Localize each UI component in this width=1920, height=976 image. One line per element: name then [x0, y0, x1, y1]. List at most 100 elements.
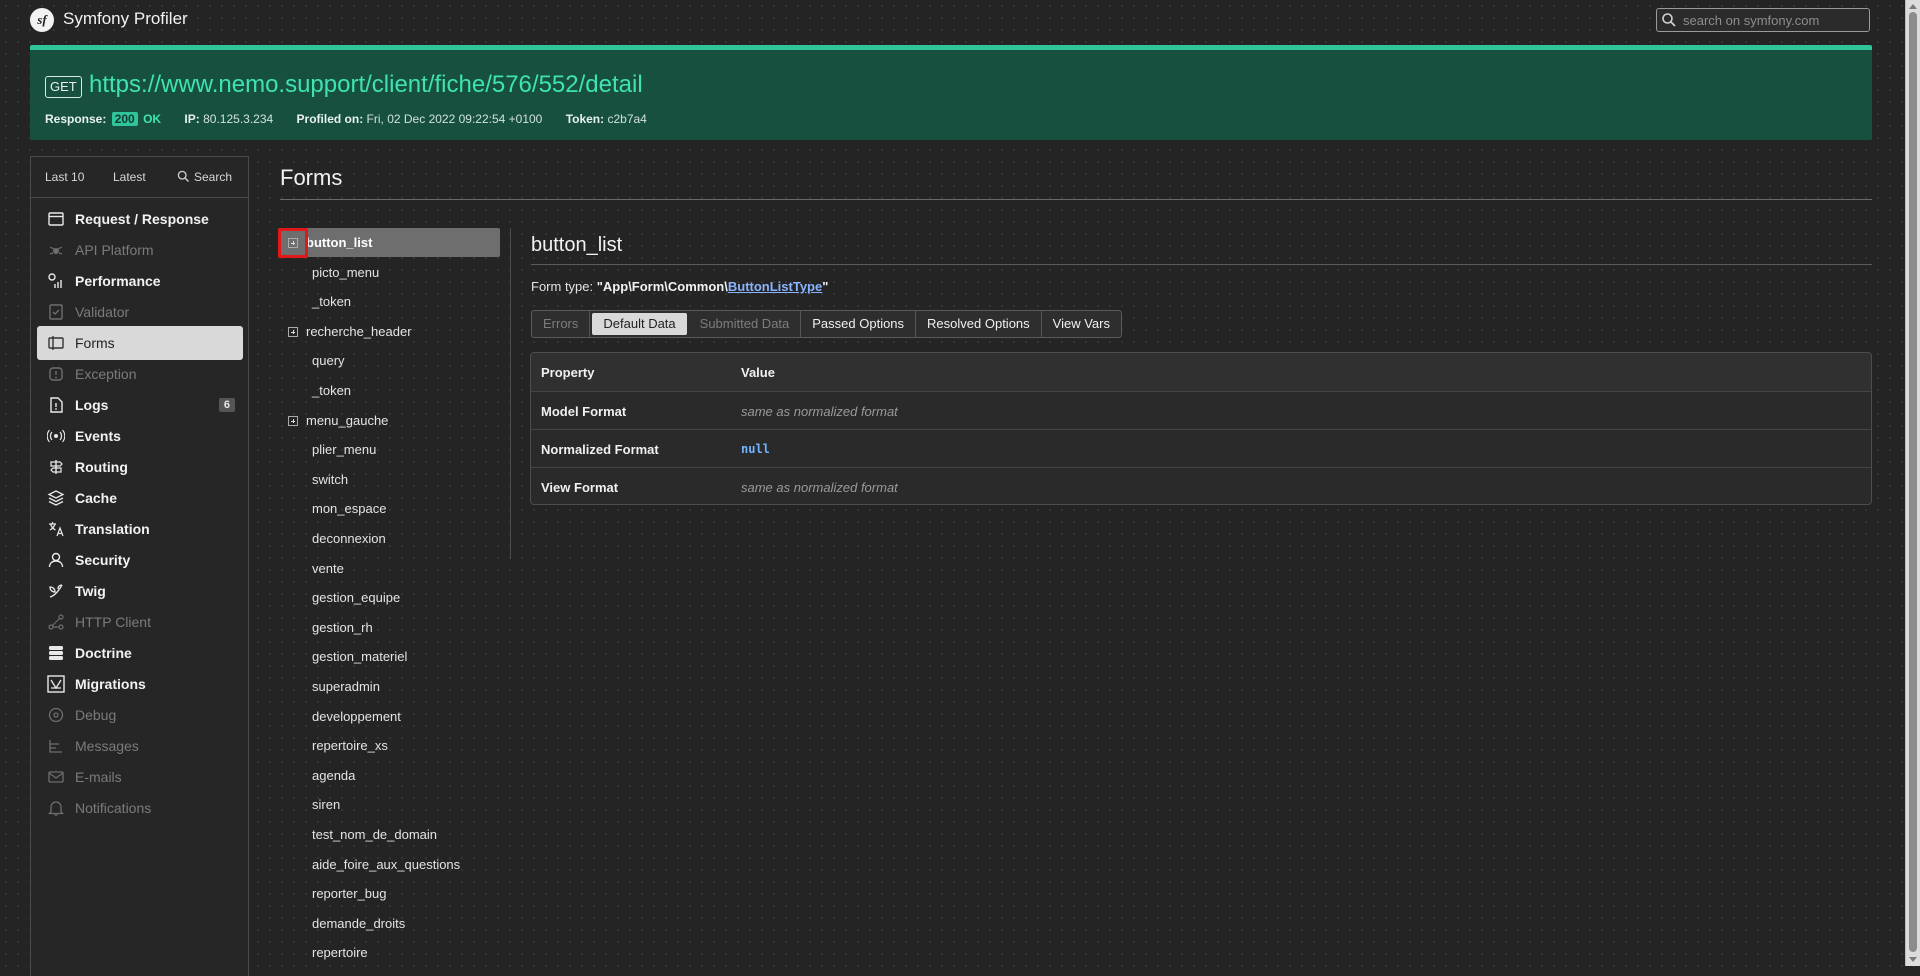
request-url-link[interactable]: https://www.nemo.support/client/fiche/57… [89, 71, 643, 99]
form-tree-child[interactable]: gestion_rh [278, 613, 500, 642]
sidebar-item-debug[interactable]: Debug [37, 698, 243, 732]
form-tree-child[interactable]: switch [278, 465, 500, 494]
app-title[interactable]: Symfony Profiler [63, 9, 188, 29]
sidebar-item-twig[interactable]: Twig [37, 574, 243, 608]
profiled-on-value: Fri, 02 Dec 2022 09:22:54 +0100 [366, 112, 543, 126]
form-tree-child[interactable]: _token [278, 376, 500, 405]
form-tree-child[interactable]: demande_droits [278, 909, 500, 938]
form-type-class-link[interactable]: ButtonListType [728, 279, 822, 294]
form-tree-label: siren [312, 797, 341, 813]
form-tree-child[interactable]: query [278, 346, 500, 375]
form-tree-child[interactable]: gestion_equipe [278, 583, 500, 612]
latest-link[interactable]: Latest [113, 170, 146, 184]
sidebar-item-migrations[interactable]: Migrations [37, 667, 243, 701]
ip-value: 80.125.3.234 [203, 112, 274, 126]
search-input[interactable] [1683, 11, 1863, 29]
sidebar-item-label: Performance [75, 273, 161, 289]
form-tree-child[interactable]: vente [278, 554, 500, 583]
form-tree-label: button_list [306, 235, 373, 250]
tab-resolved-options[interactable]: Resolved Options [916, 311, 1042, 337]
scroll-up-arrow-icon[interactable] [1909, 4, 1917, 9]
form-tree-child[interactable]: mon_espace [278, 494, 500, 523]
sidebar-item-label: Forms [75, 335, 115, 351]
sidebar-item-routing[interactable]: Routing [37, 450, 243, 484]
last-10-link[interactable]: Last 10 [45, 170, 84, 184]
form-tree-child[interactable]: picto_menu [278, 258, 500, 287]
form-tree: button_list picto_menu _token recherche_hea… [278, 228, 510, 960]
token-value: c2b7a4 [607, 112, 647, 126]
form-tree-child[interactable]: _token [278, 287, 500, 316]
validator-icon [49, 304, 63, 320]
default-data-table: Property Value Model Format same as norma… [530, 352, 1872, 505]
sidebar-item-logs[interactable]: Logs 6 [37, 388, 243, 422]
detail-divider [531, 264, 1872, 265]
form-tree-child[interactable]: developpement [278, 702, 500, 731]
form-tree-child[interactable]: repertoire_xs [278, 731, 500, 760]
sidebar-item-exception[interactable]: Exception [37, 357, 243, 391]
form-tree-label: agenda [312, 767, 356, 783]
form-tree-label: menu_gauche [306, 412, 389, 428]
sidebar-item-forms[interactable]: Forms [37, 326, 243, 360]
exception-icon [49, 367, 63, 381]
scroll-thumb[interactable] [1909, 12, 1917, 952]
tab-passed-options[interactable]: Passed Options [801, 311, 917, 337]
form-tree-child[interactable]: aide_foire_aux_questions [278, 850, 500, 879]
search-icon [1662, 13, 1676, 27]
form-tree-label: gestion_rh [312, 619, 373, 635]
form-tree-child[interactable]: reporter_bug [278, 879, 500, 908]
spider-icon [49, 246, 63, 255]
form-tree-child[interactable]: plier_menu [278, 435, 500, 464]
sidebar-item-label: Exception [75, 366, 137, 382]
form-tree-child[interactable]: test_nom_de_domain [278, 820, 500, 849]
twig-icon [49, 584, 63, 598]
form-tree-child[interactable]: deconnexion [278, 524, 500, 553]
token-label: Token: [565, 112, 605, 126]
sidebar-item-messages[interactable]: Messages [37, 729, 243, 763]
form-tree-child[interactable]: gestion_materiel [278, 642, 500, 671]
form-tree-label: demande_droits [312, 915, 406, 931]
property-name: View Format [541, 480, 619, 495]
tab-view-vars[interactable]: View Vars [1042, 311, 1121, 337]
form-tree-child[interactable]: siren [278, 790, 500, 819]
sidebar-item-notifications[interactable]: Notifications [37, 791, 243, 825]
profiled-on-label: Profiled on: [296, 112, 364, 126]
expand-toggle-icon[interactable] [288, 415, 298, 426]
sidebar-item-events[interactable]: Events [37, 419, 243, 453]
form-tree-child[interactable]: agenda [278, 761, 500, 790]
property-value: same as normalized format [741, 404, 898, 419]
form-type-label: Form type: [531, 279, 594, 294]
scroll-down-arrow-icon[interactable] [1909, 957, 1917, 962]
search-link[interactable]: Search [194, 170, 232, 184]
form-tree-label: repertoire [312, 945, 368, 961]
tab-default-data[interactable]: Default Data [592, 313, 687, 335]
form-tree-node[interactable]: menu_gauche [278, 406, 500, 435]
sidebar-item-e-mails[interactable]: E-mails [37, 760, 243, 794]
sidebar-item-doctrine[interactable]: Doctrine [37, 636, 243, 670]
sidebar-item-security[interactable]: Security [37, 543, 243, 577]
forms-icon [48, 336, 64, 350]
sidebar-item-request-response[interactable]: Request / Response [37, 202, 243, 236]
sidebar-item-http-client[interactable]: HTTP Client [37, 605, 243, 639]
sidebar-item-api-platform[interactable]: API Platform [37, 233, 243, 267]
notifications-icon [47, 801, 65, 816]
sidebar-item-translation[interactable]: Translation [37, 512, 243, 546]
cache-icon [47, 490, 65, 506]
status-text: OK [143, 112, 162, 126]
form-tree-label: deconnexion [312, 531, 386, 546]
sidebar-item-performance[interactable]: Performance [37, 264, 243, 298]
sidebar-item-cache[interactable]: Cache [37, 481, 243, 515]
doctrine-icon [49, 646, 63, 660]
form-tree-child[interactable]: superadmin [278, 672, 500, 701]
form-tree-node[interactable]: recherche_header [278, 317, 500, 346]
routing-icon [50, 460, 63, 474]
search-box[interactable] [1656, 8, 1870, 32]
expand-toggle-icon[interactable] [288, 326, 298, 337]
symfony-logo-icon[interactable]: sf [30, 8, 54, 32]
form-tree-node[interactable]: button_list [278, 228, 500, 258]
form-tree-child[interactable]: repertoire [278, 938, 500, 967]
table-header-row: Property Value [531, 353, 1871, 391]
sidebar-item-validator[interactable]: Validator [37, 295, 243, 329]
page-scrollbar[interactable] [1905, 0, 1920, 966]
email-icon [48, 771, 64, 783]
table-row: View Format same as normalized format [531, 467, 1871, 504]
